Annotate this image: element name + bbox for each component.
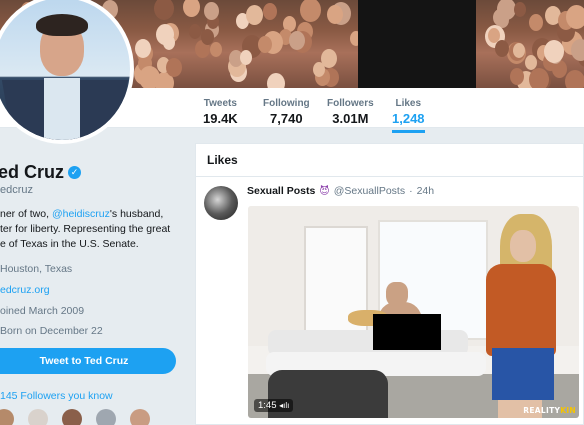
tweet-header: Sexuall Posts 😈 @SexuallPosts · 24h xyxy=(247,185,434,197)
crowd-face xyxy=(240,50,252,65)
crowd-face xyxy=(139,66,160,88)
verified-badge-icon: ✓ xyxy=(68,166,82,179)
profile-location: Houston, Texas xyxy=(0,263,73,275)
bio-text-line3: e of Texas in the U.S. Senate. xyxy=(0,238,139,250)
follower-avatar[interactable] xyxy=(28,409,48,425)
crowd-face xyxy=(525,55,537,70)
crowd-face xyxy=(300,0,321,22)
crowd-face xyxy=(267,73,285,88)
tweet-author-avatar[interactable] xyxy=(204,186,238,220)
crowd-face xyxy=(289,31,305,50)
stat-likes-value: 1,248 xyxy=(392,111,425,126)
crowd-face xyxy=(513,43,525,58)
stat-following[interactable]: Following 7,740 xyxy=(263,98,310,126)
profile-avatar[interactable] xyxy=(0,0,134,144)
profile-joined-date: oined March 2009 xyxy=(0,305,85,317)
stat-followers[interactable]: Followers 3.01M xyxy=(327,98,374,126)
crowd-face xyxy=(566,5,584,29)
stat-followers-value: 3.01M xyxy=(332,111,369,126)
watermark-right: KIN xyxy=(560,406,576,415)
tweet-timestamp[interactable]: 24h xyxy=(417,185,435,197)
tweet-to-button[interactable]: Tweet to Ted Cruz xyxy=(0,348,176,374)
video-duration: 1:45 xyxy=(258,400,277,411)
crowd-face xyxy=(529,14,543,31)
stat-tweets-value: 19.4K xyxy=(203,111,238,126)
volume-icon: ◂ılı xyxy=(279,401,290,410)
bio-text-line1-suffix: 's husband, xyxy=(109,208,164,220)
follower-avatar[interactable] xyxy=(62,409,82,425)
crowd-face xyxy=(510,68,524,85)
crowd-face xyxy=(210,42,222,57)
crowd-face xyxy=(571,39,584,61)
tweet-author-name[interactable]: Sexuall Posts xyxy=(247,185,315,197)
crowd-face xyxy=(154,0,174,20)
crowd-face xyxy=(258,36,272,53)
video-watermark-logo: REALITYKIN xyxy=(523,406,576,415)
crowd-face xyxy=(246,5,263,25)
followers-you-know-link[interactable]: 145 Followers you know xyxy=(0,390,113,402)
stat-tweets-label: Tweets xyxy=(203,98,237,109)
video-scene-woman-face xyxy=(510,230,536,262)
bio-mention-link[interactable]: @heidiscruz xyxy=(52,208,110,220)
video-scene-woman-skirt xyxy=(492,348,554,400)
bio-text-prefix: ner of two, xyxy=(0,208,52,220)
follower-avatar[interactable] xyxy=(0,409,14,425)
crowd-face xyxy=(204,2,219,20)
follower-avatar[interactable] xyxy=(130,409,150,425)
crowd-face xyxy=(327,5,343,24)
watermark-left: REALITY xyxy=(523,406,561,415)
profile-birthday: Born on December 22 xyxy=(0,325,103,337)
profile-handle[interactable]: edcruz xyxy=(0,184,33,196)
crowd-face xyxy=(263,3,277,20)
crowd-face xyxy=(495,40,509,57)
banner-figure xyxy=(358,0,476,88)
followers-you-know-avatars xyxy=(0,409,150,425)
video-scene-woman-top xyxy=(486,264,556,356)
stat-following-label: Following xyxy=(263,98,310,109)
crowd-face xyxy=(544,40,564,63)
profile-website-link[interactable]: edcruz.org xyxy=(0,284,50,296)
crowd-face xyxy=(493,9,507,26)
crowd-face xyxy=(189,24,201,39)
avatar-hair xyxy=(36,14,88,36)
devil-emoji-icon: 😈 xyxy=(319,185,330,197)
stat-tweets[interactable]: Tweets 19.4K xyxy=(203,98,238,126)
crowd-face xyxy=(321,49,337,68)
tweet-separator: · xyxy=(409,185,413,197)
crowd-face xyxy=(183,0,200,17)
crowd-face xyxy=(565,70,584,88)
likes-header: Likes xyxy=(196,144,583,177)
crowd-face xyxy=(166,58,182,77)
avatar-shirt xyxy=(44,78,80,140)
censor-block xyxy=(373,314,441,350)
follower-avatar[interactable] xyxy=(96,409,116,425)
profile-name-row: ed Cruz ✓ xyxy=(0,162,82,183)
tweet-video[interactable]: 1:45 ◂ılı REALITYKIN xyxy=(248,206,579,418)
profile-bio: ner of two, @heidiscruz's husband, ter f… xyxy=(0,207,185,252)
stat-followers-label: Followers xyxy=(327,98,374,109)
active-tab-indicator xyxy=(392,130,425,133)
bio-text-line2: ter for liberty. Representing the great xyxy=(0,223,171,235)
likes-timeline: Likes Sexuall Posts 😈 @SexuallPosts · 24… xyxy=(195,143,584,425)
stat-following-value: 7,740 xyxy=(270,111,303,126)
crowd-face xyxy=(529,68,549,88)
stat-likes[interactable]: Likes 1,248 xyxy=(392,98,425,133)
crowd-face xyxy=(163,35,175,50)
video-duration-badge: 1:45 ◂ılı xyxy=(254,399,294,412)
tweet-author-handle[interactable]: @SexuallPosts xyxy=(334,185,405,197)
crowd-face xyxy=(514,2,526,17)
crowd-face xyxy=(135,39,151,58)
stat-likes-label: Likes xyxy=(395,98,422,109)
profile-name[interactable]: ed Cruz xyxy=(0,162,64,183)
